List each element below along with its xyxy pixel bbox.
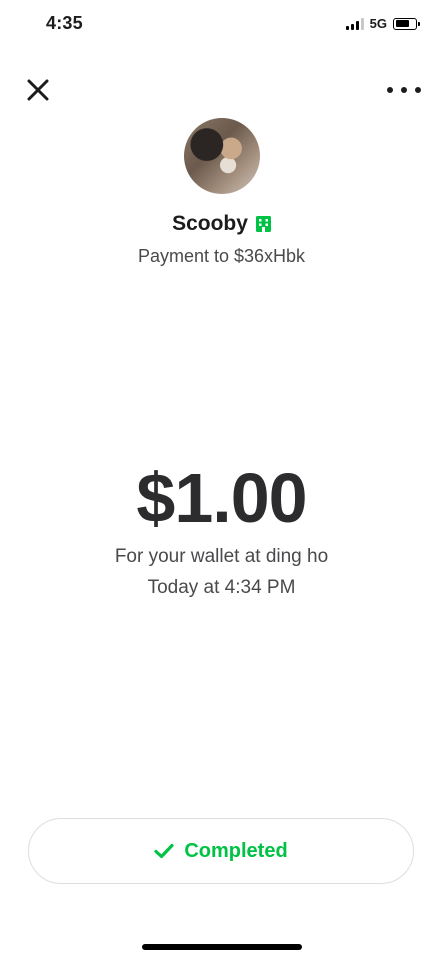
status-bar-time: 4:35 <box>46 13 83 33</box>
more-options-button[interactable] <box>387 80 421 100</box>
payment-detail-screen: 4:35 5G Scooby Payment to $36xHbk $1.00 … <box>0 0 443 960</box>
status-bar-indicators: 5G <box>345 16 420 31</box>
payment-recipient-subtitle: Payment to $36xHbk <box>137 246 306 266</box>
recipient-name-row: Scooby <box>0 212 443 236</box>
network-type: 5G <box>369 16 387 31</box>
business-building-icon <box>255 216 271 232</box>
avatar[interactable] <box>184 118 260 194</box>
payment-amount: $1.00 <box>136 459 307 537</box>
recipient-name: Scooby <box>172 212 248 235</box>
payment-timestamp: Today at 4:34 PM <box>147 577 296 598</box>
battery-icon <box>393 17 420 30</box>
close-icon <box>27 79 49 101</box>
status-badge[interactable]: Completed <box>28 818 414 884</box>
cellular-signal-icon <box>345 17 364 30</box>
checkmark-icon <box>154 843 174 859</box>
close-button[interactable] <box>24 76 52 104</box>
home-indicator[interactable] <box>142 944 302 950</box>
more-icon <box>387 87 393 93</box>
status-label: Completed <box>184 839 288 862</box>
payment-note: For your wallet at ding ho <box>114 546 329 567</box>
